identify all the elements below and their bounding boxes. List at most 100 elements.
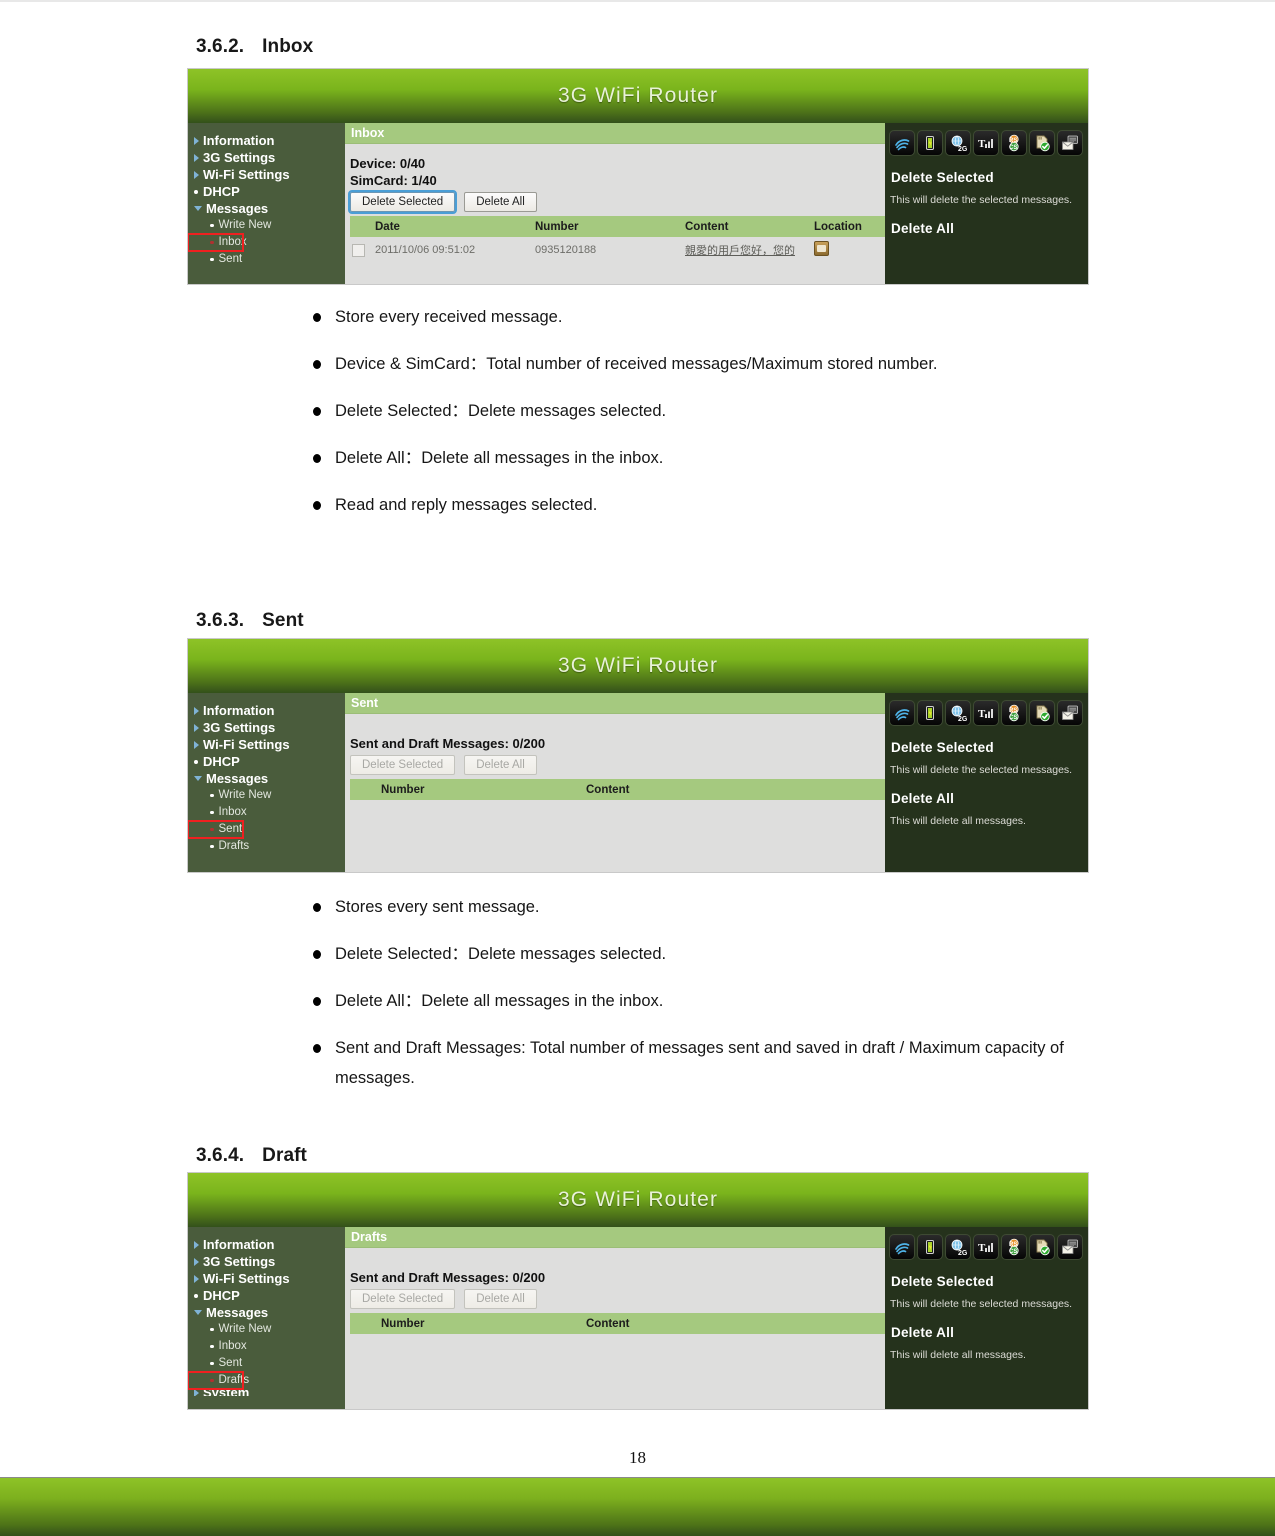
section-number: 3.6.4.: [196, 1145, 245, 1166]
sidebar-item-3g-settings[interactable]: 3G Settings: [188, 719, 345, 736]
sidebar-item-3g-settings[interactable]: 3G Settings: [188, 1253, 345, 1270]
router-body: Information 3G Settings Wi-Fi Settings D…: [188, 1227, 1088, 1409]
sidebar-item-label: 3G Settings: [203, 150, 276, 165]
sidebar-subitem-sent[interactable]: Sent: [188, 1355, 345, 1372]
sim-card-icon: [814, 241, 829, 256]
sidebar-subitem-inbox[interactable]: Inbox: [188, 233, 247, 252]
sidebar-item-3g-settings[interactable]: 3G Settings: [188, 149, 345, 166]
chevron-right-icon: [194, 740, 199, 749]
sidebar-item-dhcp[interactable]: DHCP: [188, 753, 345, 770]
sidebar-item-system[interactable]: System: [188, 1389, 345, 1396]
sidebar-subitem-label: Inbox: [218, 236, 247, 248]
delete-all-button[interactable]: Delete All: [464, 755, 537, 775]
delete-all-button[interactable]: Delete All: [464, 1289, 537, 1309]
sidebar-item-label: Wi-Fi Settings: [203, 737, 290, 752]
delete-selected-button[interactable]: Delete Selected: [350, 755, 456, 775]
column-header-select: [350, 779, 376, 800]
column-header-location: Location: [809, 216, 885, 237]
chevron-right-icon: [194, 1389, 199, 1396]
help-delete-selected-heading: Delete Selected: [891, 170, 994, 185]
sidebar-nav-inbox: Information 3G Settings Wi-Fi Settings D…: [188, 123, 345, 284]
wifi-signal-icon: [889, 130, 915, 156]
svg-text:CS: CS: [1009, 145, 1017, 151]
sidebar-item-messages[interactable]: Messages: [188, 200, 345, 217]
message-content-link[interactable]: 親愛的用戶您好，您的: [685, 245, 795, 257]
globe-2g-icon: 2G: [945, 130, 971, 156]
sidebar-subitem-drafts[interactable]: Drafts: [188, 1371, 249, 1390]
chevron-right-icon: [194, 723, 199, 732]
sidebar-subitem-label: Write New: [218, 1323, 272, 1335]
sidebar-item-wifi-settings[interactable]: Wi-Fi Settings: [188, 736, 345, 753]
sidebar-subitem-inbox[interactable]: Inbox: [188, 804, 345, 821]
delete-all-button[interactable]: Delete All: [464, 192, 537, 212]
svg-text:T: T: [978, 1242, 986, 1254]
sidebar-item-wifi-settings[interactable]: Wi-Fi Settings: [188, 166, 345, 183]
sidebar-item-label: 3G Settings: [203, 1254, 276, 1269]
sidebar-item-label: DHCP: [203, 1288, 240, 1303]
sidebar-nav-draft: Information 3G Settings Wi-Fi Settings D…: [188, 1227, 345, 1409]
router-screenshot-sent: 3G WiFi Router Information 3G Settings W…: [187, 638, 1089, 873]
sidebar-item-label: DHCP: [203, 184, 240, 199]
section-number: 3.6.2.: [196, 36, 245, 57]
sidebar-item-information[interactable]: Information: [188, 1236, 345, 1253]
bullet-dot-icon: [210, 1361, 214, 1366]
bullet-list-inbox: Store every received message. Device & S…: [297, 302, 1057, 537]
sidebar-subitem-inbox[interactable]: Inbox: [188, 1338, 345, 1355]
column-header-number: Number: [530, 216, 680, 237]
sidebar-item-label: System: [203, 1389, 249, 1396]
sdcard-ok-icon: [1029, 130, 1055, 156]
help-delete-all-heading: Delete All: [891, 221, 955, 236]
sidebar-subitem-sent[interactable]: Sent: [188, 251, 345, 268]
router-screenshot-draft: 3G WiFi Router Information 3G Settings W…: [187, 1172, 1089, 1410]
sidebar-subitem-label: Write New: [218, 789, 272, 801]
help-delete-all-heading: Delete All: [891, 1325, 955, 1340]
bullet-dot-icon: [210, 827, 214, 832]
sidebar-subitem-write-new[interactable]: Write New: [188, 217, 345, 234]
delete-selected-button[interactable]: Delete Selected: [347, 190, 458, 214]
chevron-right-icon: [194, 1274, 199, 1283]
sidebar-subitem-drafts[interactable]: Drafts: [188, 838, 345, 855]
panel-title: Sent: [345, 693, 885, 714]
signal-bars-icon: T: [973, 1234, 999, 1260]
battery-icon: [917, 1234, 943, 1260]
bullet-dot-icon: [194, 759, 198, 764]
sidebar-item-information[interactable]: Information: [188, 702, 345, 719]
sidebar-item-dhcp[interactable]: DHCP: [188, 1287, 345, 1304]
bullet-dot-icon: [210, 1378, 214, 1383]
sidebar-subitem-label: Inbox: [218, 806, 247, 818]
sidebar-item-label: Information: [203, 703, 275, 718]
cell-content: 親愛的用戶您好，您的: [680, 237, 809, 263]
sidebar-subitem-label: Sent: [218, 823, 243, 835]
cell-date: 2011/10/06 09:51:02: [370, 237, 530, 263]
chevron-down-icon: [194, 776, 202, 781]
table-header-row: Number Content: [350, 779, 885, 800]
column-header-select: [350, 216, 370, 237]
table-row[interactable]: 2011/10/06 09:51:02 0935120188 親愛的用戶您好，您…: [350, 237, 885, 263]
list-item: Read and reply messages selected.: [297, 490, 1057, 520]
column-header-date: Date: [370, 216, 530, 237]
sidebar-item-information[interactable]: Information: [188, 132, 345, 149]
router-screenshot-inbox: 3G WiFi Router Information 3G Settings W…: [187, 68, 1089, 285]
status-icon-row: 2G T RS CS: [885, 1233, 1088, 1260]
bullet-list-sent: Stores every sent message. Delete Select…: [297, 892, 1077, 1110]
router-main-draft: Drafts Sent and Draft Messages: 0/200 De…: [345, 1227, 885, 1409]
sidebar-item-dhcp[interactable]: DHCP: [188, 183, 345, 200]
sidebar-item-wifi-settings[interactable]: Wi-Fi Settings: [188, 1270, 345, 1287]
column-header-content: Content: [581, 779, 885, 800]
list-item: Delete All：Delete all messages in the in…: [297, 986, 1075, 1016]
chevron-down-icon: [194, 1310, 202, 1315]
battery-icon: [917, 130, 943, 156]
chevron-right-icon: [194, 136, 199, 145]
cell-location: [809, 237, 885, 263]
sidebar-subitem-write-new[interactable]: Write New: [188, 1321, 345, 1338]
sidebar-item-messages[interactable]: Messages: [188, 770, 345, 787]
sidebar-subitem-sent[interactable]: Sent: [188, 820, 244, 839]
sidebar-subitem-write-new[interactable]: Write New: [188, 787, 345, 804]
sidebar-nav-sent: Information 3G Settings Wi-Fi Settings D…: [188, 693, 345, 872]
sdcard-ok-icon: [1029, 700, 1055, 726]
section-title: Draft: [262, 1145, 307, 1166]
delete-selected-button[interactable]: Delete Selected: [350, 1289, 456, 1309]
row-checkbox[interactable]: [352, 243, 365, 257]
router-header: 3G WiFi Router: [188, 1173, 1088, 1227]
sidebar-item-messages[interactable]: Messages: [188, 1304, 345, 1321]
